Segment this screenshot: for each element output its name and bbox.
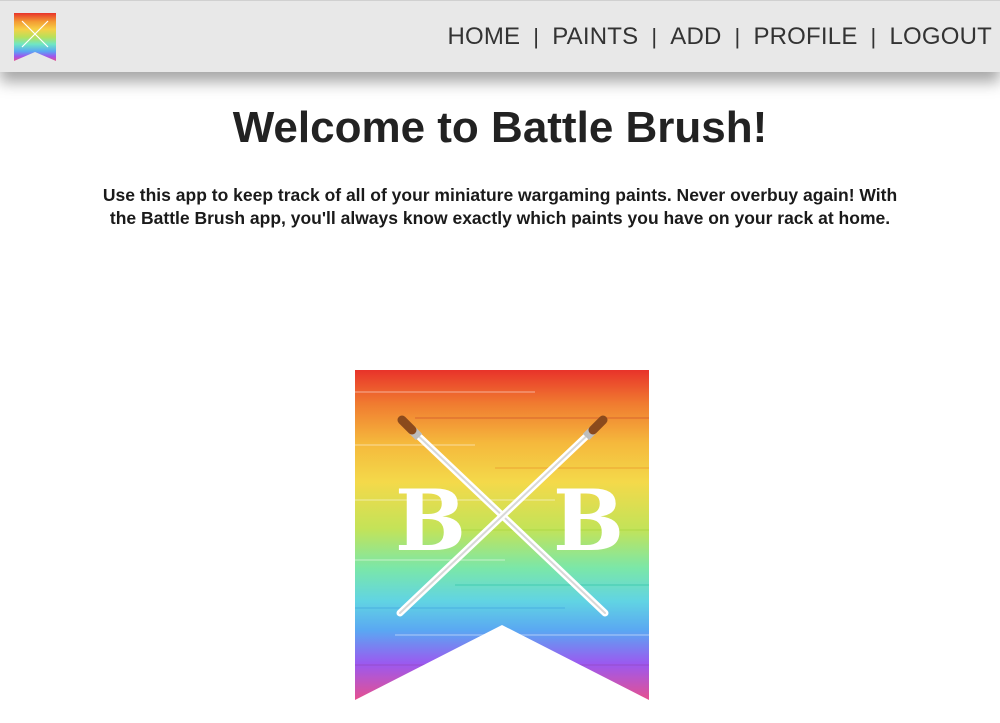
nav-paints-link[interactable]: PAINTS — [552, 23, 638, 51]
nav-separator: | — [533, 24, 540, 49]
nav-profile-link[interactable]: PROFILE — [753, 23, 857, 51]
nav-separator: | — [651, 24, 658, 49]
top-navbar: HOME | PAINTS | ADD | PROFILE | LOGOUT — [0, 0, 1000, 72]
nav-logout-link[interactable]: LOGOUT — [889, 23, 992, 51]
svg-text:B: B — [553, 471, 624, 570]
nav-home-link[interactable]: HOME — [447, 23, 520, 51]
nav-separator: | — [734, 24, 741, 49]
nav-add-link[interactable]: ADD — [670, 23, 721, 51]
intro-text: Use this app to keep track of all of you… — [102, 185, 898, 228]
battle-brush-banner-logo: B B — [355, 370, 649, 700]
svg-text:B: B — [395, 471, 466, 570]
nav-links: HOME | PAINTS | ADD | PROFILE | LOGOUT — [447, 1, 992, 73]
nav-separator: | — [870, 24, 877, 49]
page-title: Welcome to Battle Brush! — [232, 103, 768, 152]
battle-brush-logo-icon[interactable] — [14, 13, 56, 61]
